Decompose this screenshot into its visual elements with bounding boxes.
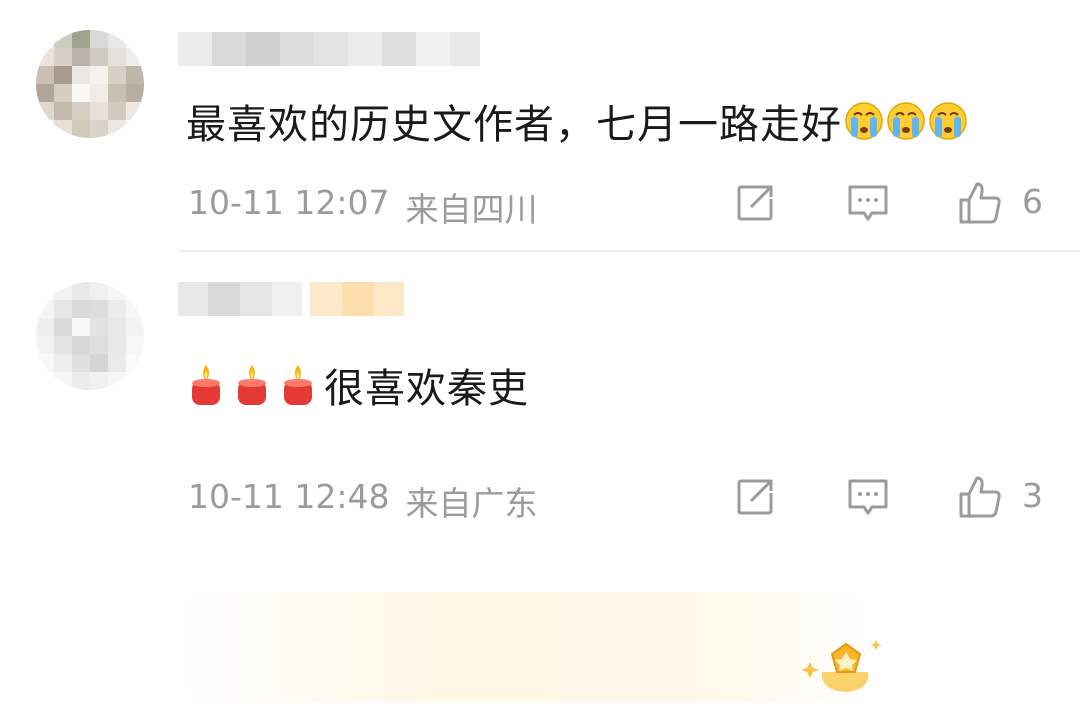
like-count: 3 xyxy=(1022,476,1043,515)
comment-text: 最喜欢的历史文作者，七月一路走好 xyxy=(186,92,968,150)
comment-body: 很喜欢秦吏 xyxy=(324,366,529,412)
crying-face-icon xyxy=(929,102,967,140)
candle-icon xyxy=(238,365,266,405)
comment-icon xyxy=(848,185,888,221)
comment-button[interactable] xyxy=(843,178,893,228)
thumbs-up-icon xyxy=(959,182,1001,224)
comment-text: 很喜欢秦吏 xyxy=(186,356,529,414)
avatar[interactable] xyxy=(36,282,144,390)
share-button[interactable] xyxy=(730,472,780,522)
comment-icon xyxy=(848,479,888,515)
candle-icon xyxy=(284,365,312,405)
username[interactable] xyxy=(178,282,404,316)
comment-actions: 3 xyxy=(0,472,1080,522)
share-icon xyxy=(737,185,773,221)
share-button[interactable] xyxy=(730,178,780,228)
comment-item: 很喜欢秦吏 10-11 12:48 来自广东 3 xyxy=(0,252,1080,702)
username[interactable] xyxy=(178,32,480,66)
thumbs-up-icon xyxy=(959,476,1001,518)
star-badge-icon xyxy=(800,632,890,702)
like-button[interactable] xyxy=(955,178,1005,228)
comment-body: 最喜欢的历史文作者，七月一路走好 xyxy=(186,102,842,148)
comment-button[interactable] xyxy=(843,472,893,522)
like-count: 6 xyxy=(1022,182,1043,221)
comment-actions: 6 xyxy=(0,178,1080,228)
like-button[interactable] xyxy=(955,472,1005,522)
crying-face-icon xyxy=(887,102,925,140)
comment-highlight-background xyxy=(180,592,870,702)
crying-face-icon xyxy=(845,102,883,140)
candle-icon xyxy=(192,365,220,405)
comment-item: 最喜欢的历史文作者，七月一路走好 10-11 12:07 来自四川 6 xyxy=(0,0,1080,250)
avatar[interactable] xyxy=(36,30,144,138)
share-icon xyxy=(737,479,773,515)
